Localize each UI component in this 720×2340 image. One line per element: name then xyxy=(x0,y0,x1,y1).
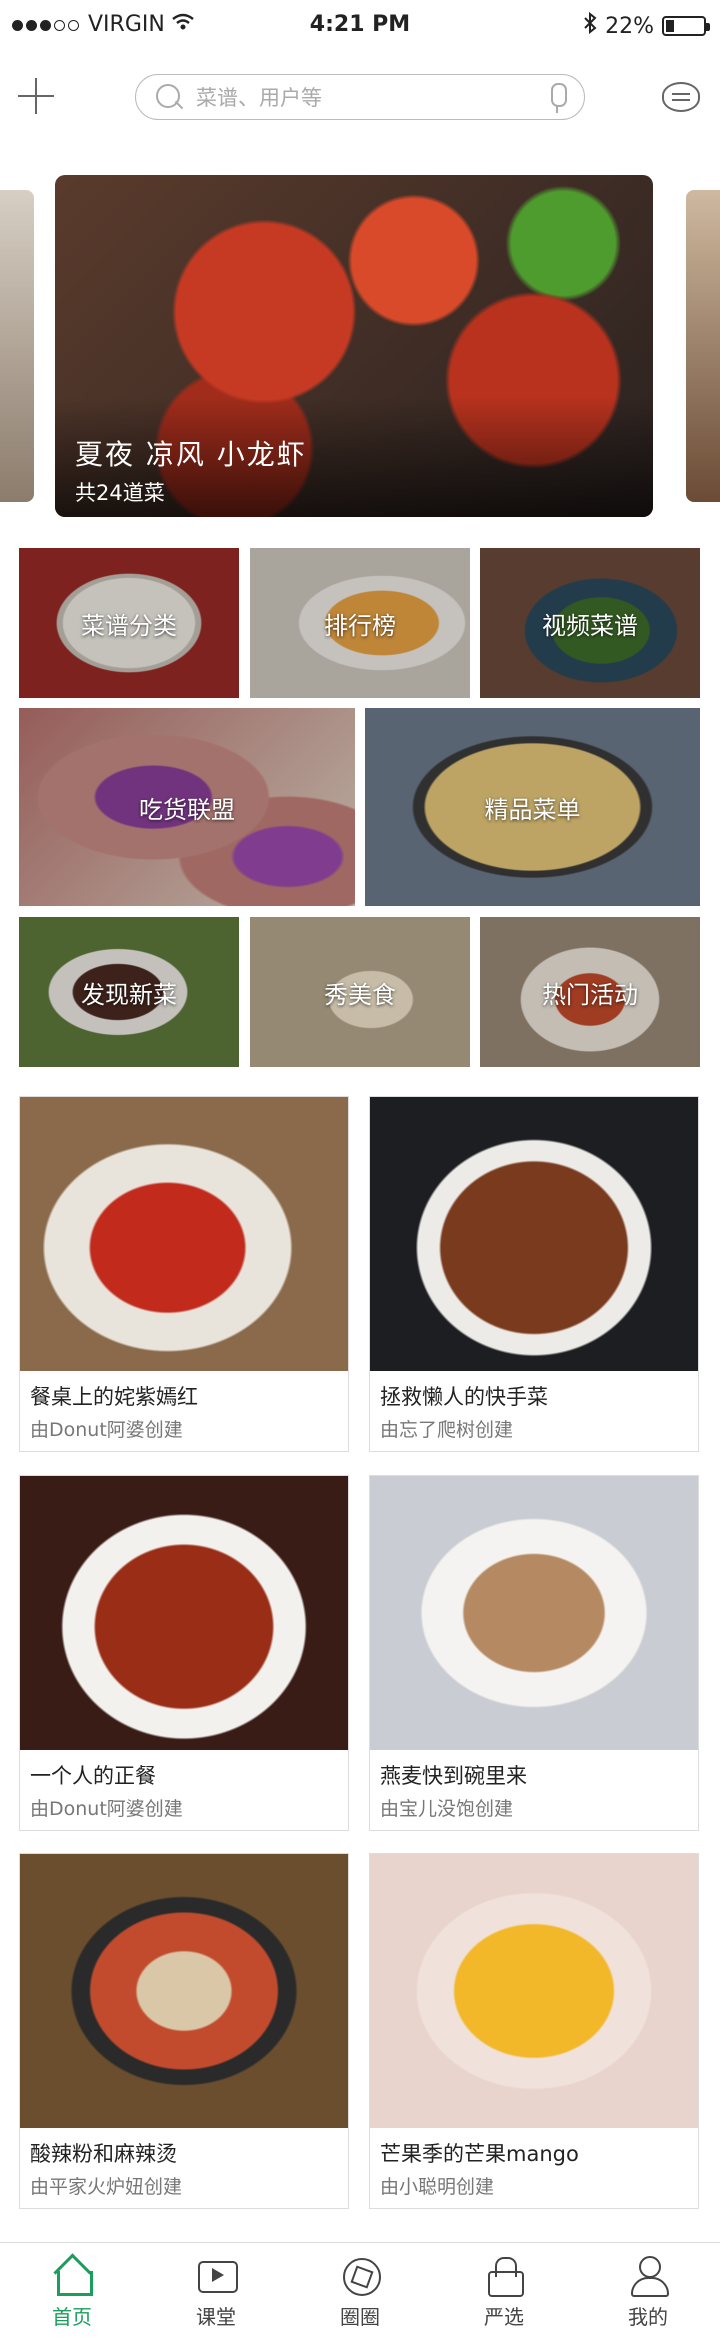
card-image xyxy=(20,1097,348,1371)
card-image xyxy=(370,1476,698,1750)
card-title: 燕麦快到碗里来 xyxy=(380,1764,527,1788)
battery-percent: 22% xyxy=(605,13,654,39)
category-show-food[interactable]: 秀美食 xyxy=(250,917,470,1067)
card-author: 由宝儿没饱创建 xyxy=(380,1798,514,1820)
card-title: 拯救懒人的快手菜 xyxy=(380,1385,548,1409)
banner-slide[interactable]: 夏夜 凉风 小龙虾 共24道菜 xyxy=(55,175,653,517)
battery-fill xyxy=(666,20,674,32)
tab-selection[interactable]: 严选 xyxy=(432,2243,576,2340)
add-icon[interactable] xyxy=(18,78,54,114)
battery-icon xyxy=(662,16,710,36)
tab-profile[interactable]: 我的 xyxy=(576,2243,720,2340)
category-hot-events[interactable]: 热门活动 xyxy=(480,917,700,1067)
category-recipe-types[interactable]: 菜谱分类 xyxy=(19,548,239,698)
card-title: 餐桌上的姹紫嫣红 xyxy=(30,1385,198,1409)
card-author: 由忘了爬树创建 xyxy=(380,1419,514,1441)
carousel-prev-peek[interactable] xyxy=(0,190,34,502)
banner-subtitle: 共24道菜 xyxy=(75,481,165,505)
bag-icon xyxy=(482,2253,526,2297)
card-image xyxy=(20,1854,348,2128)
search-icon xyxy=(154,82,184,112)
bluetooth-icon xyxy=(583,11,597,40)
card-author: 由Donut阿婆创建 xyxy=(30,1798,183,1820)
tab-home[interactable]: 首页 xyxy=(0,2243,144,2340)
search-bar[interactable]: 菜谱、用户等 xyxy=(135,74,585,120)
search-placeholder: 菜谱、用户等 xyxy=(196,86,322,110)
banner-carousel[interactable]: 夏夜 凉风 小龙虾 共24道菜 xyxy=(0,175,720,517)
card-author: 由小聪明创建 xyxy=(380,2176,495,2198)
tab-circle[interactable]: 圈圈 xyxy=(288,2243,432,2340)
card-image xyxy=(370,1854,698,2128)
card-image xyxy=(370,1097,698,1371)
recipe-card[interactable]: 芒果季的芒果mango 由小聪明创建 xyxy=(369,1853,699,2209)
bottom-tab-bar: 首页 课堂 圈圈 严选 我的 xyxy=(0,2242,720,2340)
aperture-icon xyxy=(338,2253,382,2297)
user-icon xyxy=(626,2253,670,2297)
microphone-icon[interactable] xyxy=(548,83,567,113)
card-title: 一个人的正餐 xyxy=(30,1764,156,1788)
card-author: 由Donut阿婆创建 xyxy=(30,1419,183,1441)
card-title: 芒果季的芒果mango xyxy=(380,2142,579,2166)
recipe-card[interactable]: 一个人的正餐 由Donut阿婆创建 xyxy=(19,1475,349,1831)
recipe-card[interactable]: 餐桌上的姹紫嫣红 由Donut阿婆创建 xyxy=(19,1096,349,1452)
card-image xyxy=(20,1476,348,1750)
category-video-recipes[interactable]: 视频菜谱 xyxy=(480,548,700,698)
message-icon[interactable] xyxy=(662,82,700,112)
category-foodie-league[interactable]: 吃货联盟 xyxy=(19,708,355,906)
category-discover-dishes[interactable]: 发现新菜 xyxy=(19,917,239,1067)
card-title: 酸辣粉和麻辣烫 xyxy=(30,2142,177,2166)
tab-classroom[interactable]: 课堂 xyxy=(144,2243,288,2340)
recipe-card[interactable]: 拯救懒人的快手菜 由忘了爬树创建 xyxy=(369,1096,699,1452)
home-icon xyxy=(50,2253,94,2297)
status-bar: VIRGIN 4:21 PM 22% xyxy=(0,0,720,50)
category-premium-menus[interactable]: 精品菜单 xyxy=(365,708,700,906)
carousel-next-peek[interactable] xyxy=(686,190,720,502)
recipe-card[interactable]: 燕麦快到碗里来 由宝儿没饱创建 xyxy=(369,1475,699,1831)
recipe-card[interactable]: 酸辣粉和麻辣烫 由平家火炉妞创建 xyxy=(19,1853,349,2209)
category-ranking[interactable]: 排行榜 xyxy=(250,548,470,698)
banner-title: 夏夜 凉风 小龙虾 xyxy=(75,438,307,471)
play-icon xyxy=(194,2253,238,2297)
top-nav: 菜谱、用户等 xyxy=(0,60,720,140)
card-author: 由平家火炉妞创建 xyxy=(30,2176,183,2198)
